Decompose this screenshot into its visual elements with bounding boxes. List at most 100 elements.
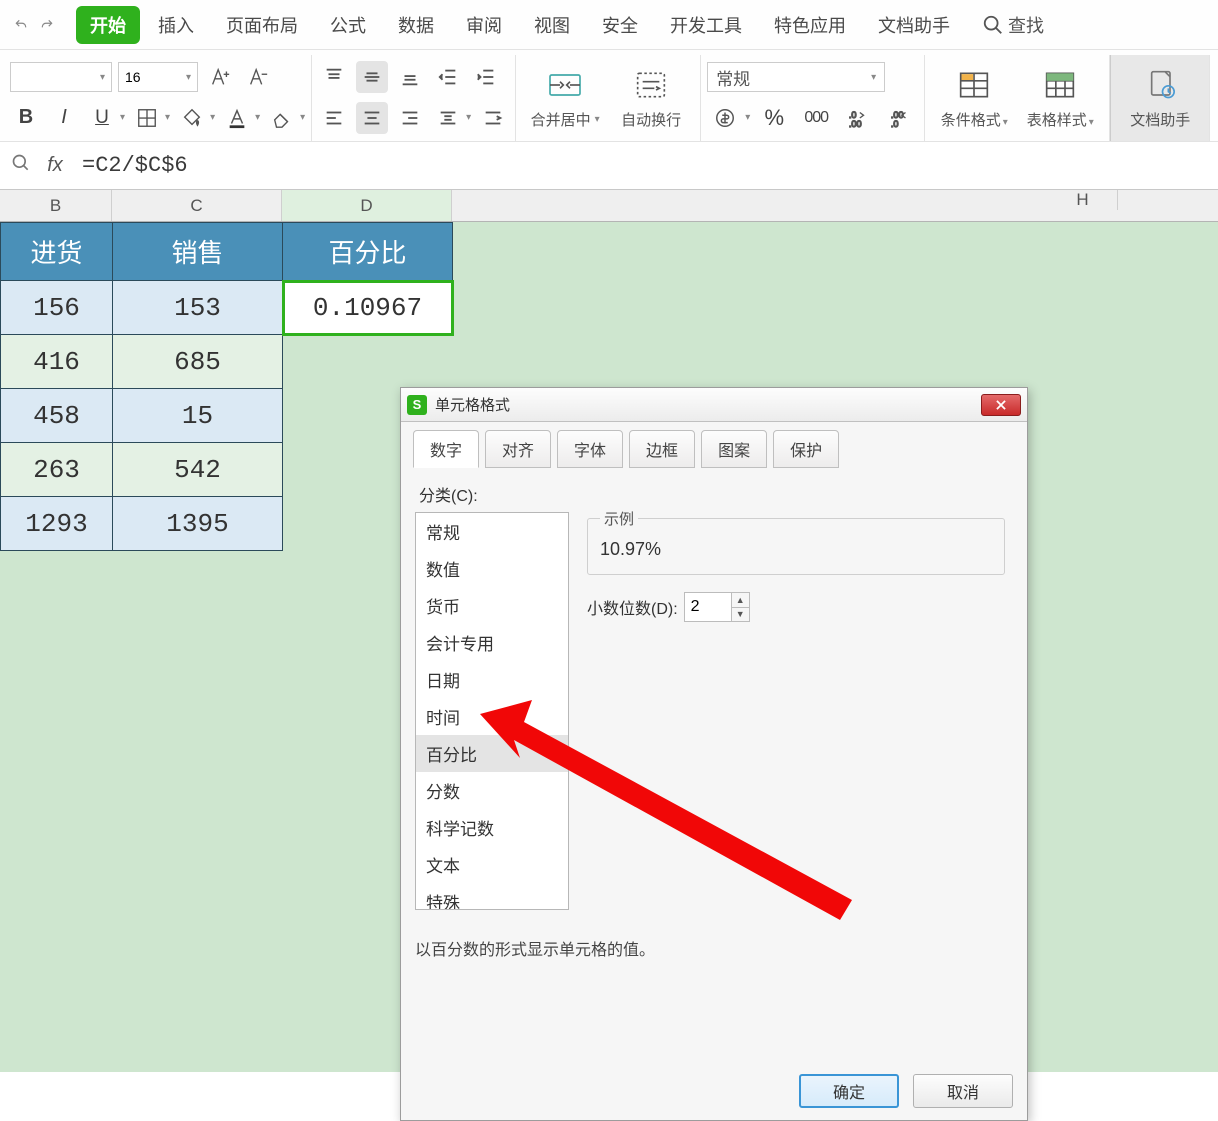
cell[interactable]: 156 bbox=[1, 281, 113, 335]
cell[interactable]: 416 bbox=[1, 335, 113, 389]
align-top-button[interactable] bbox=[318, 61, 350, 93]
dlgtab-border[interactable]: 边框 bbox=[629, 430, 695, 468]
table-style-button[interactable]: 表格样式▾ bbox=[1017, 51, 1103, 145]
dialog-titlebar[interactable]: S 单元格格式 bbox=[401, 388, 1027, 422]
colhead-D[interactable]: D bbox=[282, 190, 452, 221]
indent-increase-button[interactable] bbox=[470, 61, 502, 93]
tab-special[interactable]: 特色应用 bbox=[760, 6, 860, 44]
search-button[interactable]: 查找 bbox=[982, 12, 1044, 38]
increase-decimal-button[interactable]: .0.00 bbox=[840, 102, 876, 134]
category-item[interactable]: 时间 bbox=[416, 698, 568, 735]
dialog-tabs: 数字 对齐 字体 边框 图案 保护 bbox=[401, 422, 1027, 468]
cancel-button[interactable]: 取消 bbox=[913, 1074, 1013, 1108]
merge-center-button[interactable]: 合并居中▾ bbox=[522, 55, 608, 141]
tab-dochelper[interactable]: 文档助手 bbox=[864, 6, 964, 44]
tab-data[interactable]: 数据 bbox=[384, 6, 448, 44]
currency-button[interactable] bbox=[707, 102, 743, 134]
colhead-H[interactable]: H bbox=[1048, 190, 1118, 210]
spinner-down-icon[interactable]: ▼ bbox=[732, 608, 749, 622]
dlgtab-number[interactable]: 数字 bbox=[413, 430, 479, 468]
dialog-close-button[interactable] bbox=[981, 394, 1021, 416]
cell[interactable]: 1293 bbox=[1, 497, 113, 551]
tab-devtools[interactable]: 开发工具 bbox=[656, 6, 756, 44]
font-name-dropdown[interactable]: ▾ bbox=[10, 62, 112, 92]
align-bottom-button[interactable] bbox=[394, 61, 426, 93]
cell[interactable] bbox=[283, 335, 453, 389]
conditional-format-button[interactable]: 条件格式▾ bbox=[931, 51, 1017, 145]
table-row: 156 153 0.10967 bbox=[1, 281, 453, 335]
dlgtab-pattern[interactable]: 图案 bbox=[701, 430, 767, 468]
cell[interactable]: 153 bbox=[113, 281, 283, 335]
tab-insert[interactable]: 插入 bbox=[144, 6, 208, 44]
cell[interactable]: 15 bbox=[113, 389, 283, 443]
category-item[interactable]: 分数 bbox=[416, 772, 568, 809]
number-format-value: 常规 bbox=[716, 65, 750, 90]
decimals-spinner[interactable]: ▲ ▼ bbox=[732, 592, 750, 622]
tab-start[interactable]: 开始 bbox=[76, 6, 140, 44]
category-item[interactable]: 日期 bbox=[416, 661, 568, 698]
category-item-selected[interactable]: 百分比 bbox=[416, 735, 568, 772]
cell[interactable]: 542 bbox=[113, 443, 283, 497]
table-row: 1293 1395 bbox=[1, 497, 453, 551]
indent-decrease-button[interactable] bbox=[432, 61, 464, 93]
dlgtab-align[interactable]: 对齐 bbox=[485, 430, 551, 468]
spinner-up-icon[interactable]: ▲ bbox=[732, 593, 749, 608]
wrap-text-button[interactable]: 自动换行 bbox=[608, 55, 694, 141]
decrease-font-button[interactable] bbox=[242, 61, 274, 93]
cell[interactable]: 263 bbox=[1, 443, 113, 497]
tab-security[interactable]: 安全 bbox=[588, 6, 652, 44]
cell[interactable]: 1395 bbox=[113, 497, 283, 551]
formula-input[interactable]: =C2/$C$6 bbox=[72, 153, 188, 178]
category-item[interactable]: 科学记数 bbox=[416, 809, 568, 846]
bold-button[interactable]: B bbox=[10, 102, 42, 134]
ribbon-merge-group: 合并居中▾ 自动换行 bbox=[516, 55, 701, 141]
cell[interactable]: 458 bbox=[1, 389, 113, 443]
align-right-button[interactable] bbox=[394, 102, 426, 134]
category-item[interactable]: 特殊 bbox=[416, 883, 568, 910]
redo-button[interactable] bbox=[36, 14, 58, 36]
category-item[interactable]: 常规 bbox=[416, 513, 568, 550]
undo-button[interactable] bbox=[10, 14, 32, 36]
category-listbox[interactable]: 常规 数值 货币 会计专用 日期 时间 百分比 分数 科学记数 文本 特殊 自定… bbox=[415, 512, 569, 910]
tab-pagelayout[interactable]: 页面布局 bbox=[212, 6, 312, 44]
colhead-C[interactable]: C bbox=[112, 190, 282, 221]
category-item[interactable]: 文本 bbox=[416, 846, 568, 883]
insert-function-icon[interactable] bbox=[4, 153, 38, 178]
rtl-button[interactable] bbox=[477, 102, 509, 134]
align-center-button[interactable] bbox=[356, 102, 388, 134]
doc-helper-button[interactable]: 文档助手 bbox=[1117, 51, 1203, 145]
tab-formula[interactable]: 公式 bbox=[316, 6, 380, 44]
orientation-button[interactable] bbox=[432, 102, 464, 134]
cell-selected[interactable]: 0.10967 bbox=[283, 281, 453, 335]
font-color-button[interactable] bbox=[221, 102, 253, 134]
italic-button[interactable]: I bbox=[48, 102, 80, 134]
dlgtab-protect[interactable]: 保护 bbox=[773, 430, 839, 468]
percent-button[interactable]: % bbox=[756, 102, 792, 134]
decrease-decimal-button[interactable]: .00.0 bbox=[882, 102, 918, 134]
align-left-button[interactable] bbox=[318, 102, 350, 134]
colhead-B[interactable]: B bbox=[0, 190, 112, 221]
category-item[interactable]: 数值 bbox=[416, 550, 568, 587]
tab-review[interactable]: 审阅 bbox=[452, 6, 516, 44]
font-size-dropdown[interactable]: 16▾ bbox=[118, 62, 198, 92]
tab-view[interactable]: 视图 bbox=[520, 6, 584, 44]
fill-color-button[interactable] bbox=[176, 102, 208, 134]
decimals-input[interactable] bbox=[684, 592, 732, 622]
clear-format-button[interactable] bbox=[266, 102, 298, 134]
underline-button[interactable]: U bbox=[86, 102, 118, 134]
category-item[interactable]: 会计专用 bbox=[416, 624, 568, 661]
search-label: 查找 bbox=[1008, 12, 1044, 38]
increase-font-button[interactable] bbox=[204, 61, 236, 93]
border-button[interactable] bbox=[131, 102, 163, 134]
header-C: 销售 bbox=[113, 223, 283, 281]
number-format-dropdown[interactable]: 常规▾ bbox=[707, 62, 885, 92]
align-middle-button[interactable] bbox=[356, 61, 388, 93]
dlgtab-font[interactable]: 字体 bbox=[557, 430, 623, 468]
category-item[interactable]: 货币 bbox=[416, 587, 568, 624]
fx-icon[interactable]: fx bbox=[38, 154, 72, 177]
cell[interactable]: 685 bbox=[113, 335, 283, 389]
doc-helper-label: 文档助手 bbox=[1130, 112, 1190, 129]
ok-button[interactable]: 确定 bbox=[799, 1074, 899, 1108]
comma-style-button[interactable]: 000 bbox=[798, 102, 834, 134]
svg-text:.0: .0 bbox=[891, 119, 899, 129]
